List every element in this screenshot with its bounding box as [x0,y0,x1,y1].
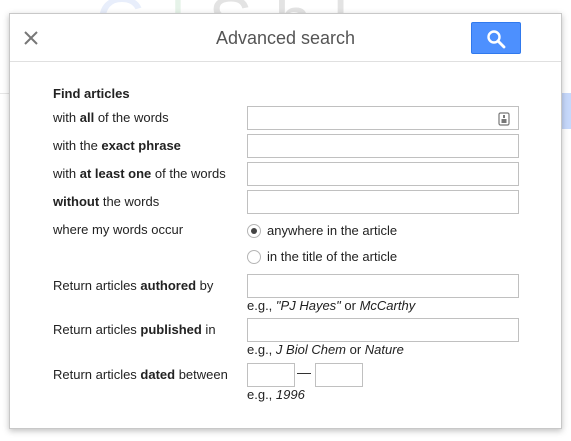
search-icon [487,30,506,49]
publication-input[interactable] [247,318,519,342]
date-range-separator: — [297,364,311,380]
author-hint: e.g., "PJ Hayes" or McCarthy [247,298,416,313]
author-input[interactable] [247,274,519,298]
words-occur-label: where my words occur [53,222,184,237]
search-button[interactable] [471,22,521,54]
published-label: Return articles published in [53,322,216,337]
date-hint: e.g., 1996 [247,387,305,402]
occur-title-option[interactable]: in the title of the article [247,248,397,264]
authored-label: Return articles authored by [53,278,214,293]
dated-label: Return articles dated between [53,367,228,382]
at-least-one-label: with at least one of the words [53,166,226,181]
all-words-input[interactable] [247,106,519,130]
publication-hint: e.g., J Biol Chem or Nature [247,342,404,357]
background-button-edge [561,93,571,129]
find-articles-heading: Find articles [53,86,130,101]
without-words-input[interactable] [247,190,519,214]
date-from-input[interactable] [247,363,295,387]
at-least-one-input[interactable] [247,162,519,186]
occur-title-radio[interactable] [247,249,261,264]
all-words-label: with all of the words [53,110,169,125]
dialog-header: Advanced search [10,14,561,62]
occur-anywhere-option[interactable]: anywhere in the article [247,222,397,238]
advanced-search-dialog: Advanced search Find articles with all o… [9,13,562,429]
date-to-input[interactable] [315,363,363,387]
keyboard-icon[interactable] [498,112,510,126]
exact-phrase-input[interactable] [247,134,519,158]
occur-anywhere-radio[interactable] [247,223,261,238]
without-words-label: without the words [53,194,160,209]
exact-phrase-label: with the exact phrase [53,138,181,153]
